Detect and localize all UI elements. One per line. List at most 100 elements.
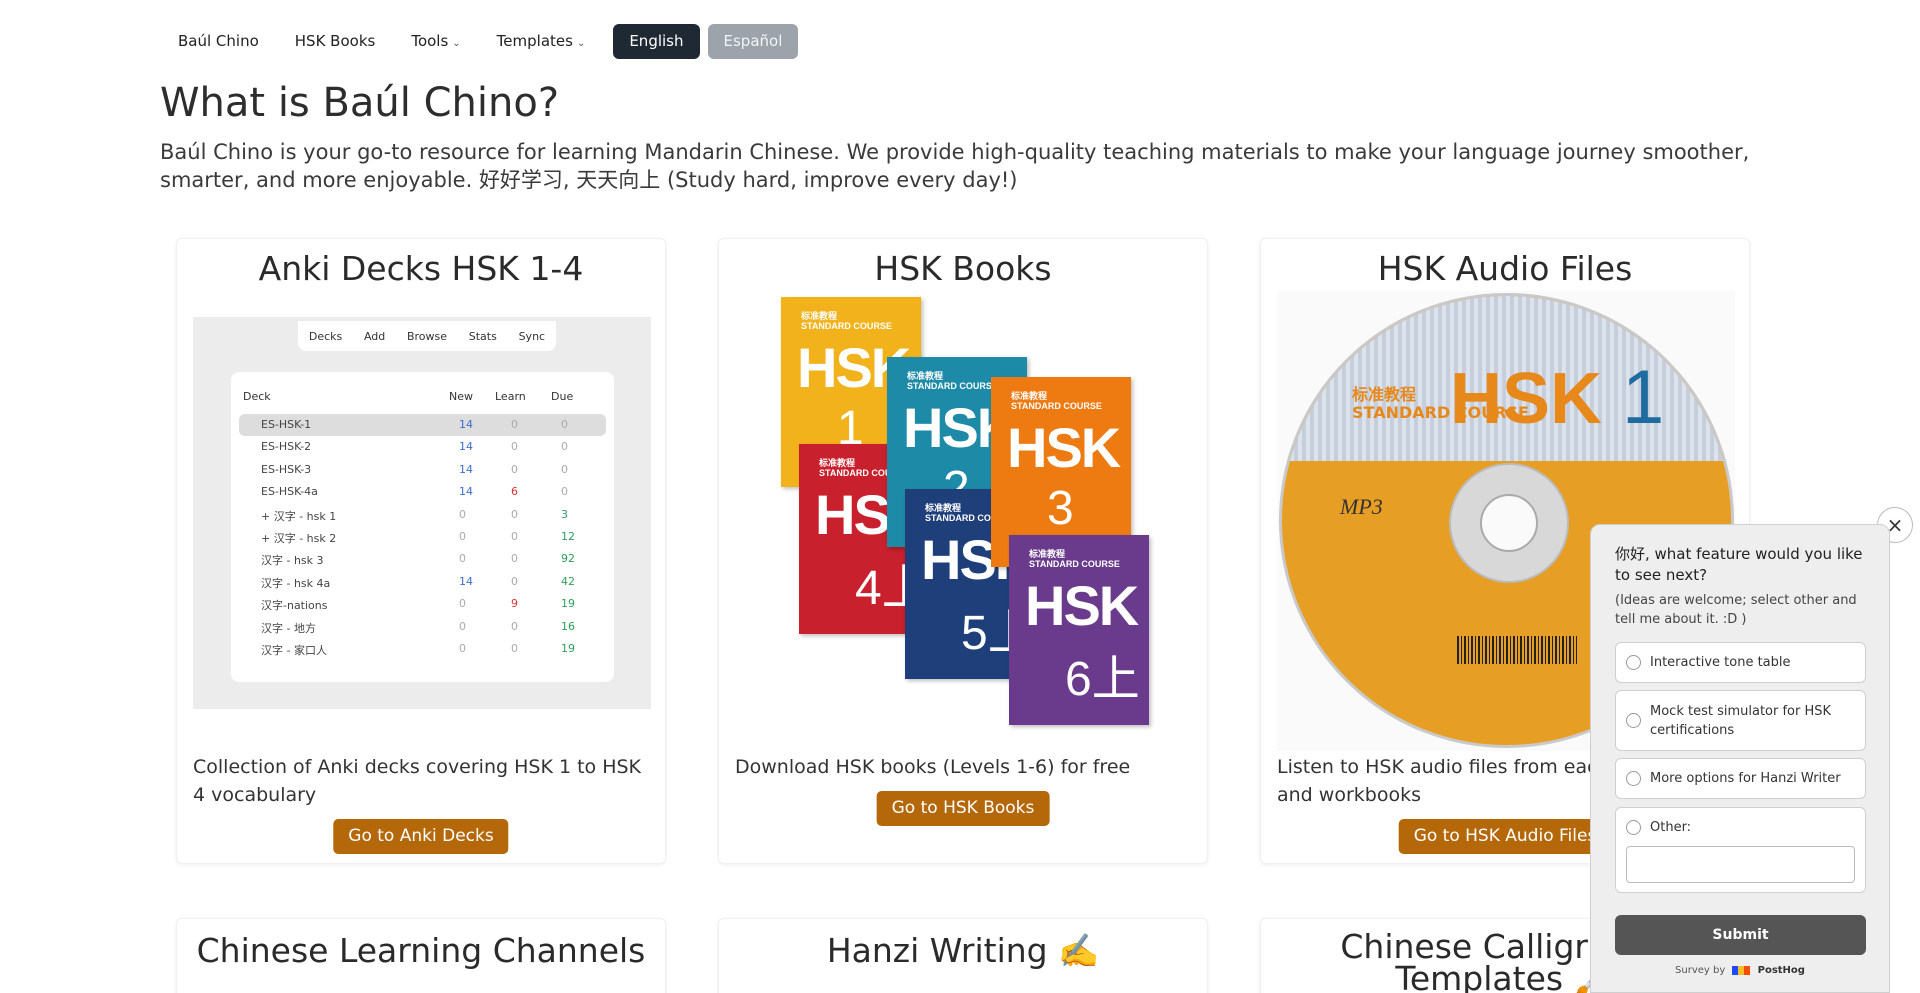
anki-cell-due: 42: [561, 574, 575, 588]
anki-cell-learn: 0: [511, 619, 518, 633]
card-anki-decks: Anki Decks HSK 1-4 Decks Add Browse Stat…: [176, 238, 666, 864]
book-series: 标准教程 STANDARD COURSE: [1011, 391, 1102, 411]
anki-cell-new: 14: [459, 574, 473, 588]
anki-cell-deck: ES-HSK-4a: [261, 485, 318, 499]
anki-cell-learn: 0: [511, 574, 518, 588]
anki-cell-learn: 0: [511, 642, 518, 655]
anki-deck-row: ES-HSK-3 14 0 0: [239, 459, 606, 481]
go-to-anki-decks-button[interactable]: Go to Anki Decks: [333, 819, 509, 854]
anki-tab: Decks: [308, 329, 343, 343]
anki-cell-new: 14: [459, 485, 473, 499]
anki-cell-deck: ES-HSK-2: [261, 440, 312, 454]
anki-tab: Browse: [406, 329, 448, 343]
anki-tabs: Decks Add Browse Stats Sync: [298, 321, 556, 351]
anki-screenshot: Decks Add Browse Stats Sync Deck New Lea…: [193, 317, 651, 709]
nav-hsk-books[interactable]: HSK Books: [277, 24, 394, 59]
anki-cell-deck: 汉字 - 地方: [261, 621, 316, 635]
go-to-hsk-audio-files-button[interactable]: Go to HSK Audio Files: [1398, 819, 1612, 854]
anki-cell-learn: 0: [511, 530, 518, 543]
anki-cell-due: 19: [561, 597, 575, 611]
anki-deck-row: 汉字 - 地方 0 0 16: [239, 616, 606, 638]
anki-cell-new: 0: [459, 597, 466, 611]
survey-footer: Survey by PostHog: [1675, 965, 1805, 976]
card-hsk-books: HSK Books 标准教程 STANDARD COURSE HSK 1 标准教程 STA…: [718, 238, 1208, 864]
anki-cell-learn: 9: [511, 597, 518, 611]
anki-deck-row: ES-HSK-2 14 0 0: [239, 436, 606, 458]
anki-cell-deck: + 汉字 - hsk 2: [261, 532, 337, 545]
radio-icon[interactable]: [1626, 820, 1641, 835]
radio-icon[interactable]: [1626, 771, 1641, 786]
radio-icon[interactable]: [1626, 713, 1641, 728]
anki-cell-deck: + 汉字 - hsk 1: [261, 509, 337, 523]
nav-baul-chino[interactable]: Baúl Chino: [160, 24, 277, 59]
card-chinese-channels: Chinese Learning Channels: [176, 918, 666, 993]
book-level: 3: [1047, 482, 1074, 535]
card-description: Download HSK books (Levels 1-6) for free: [735, 756, 1131, 778]
spanish-button[interactable]: Español: [707, 24, 799, 59]
anki-cell-new: 0: [459, 507, 466, 521]
anki-cell-due: 92: [561, 552, 575, 566]
anki-header-new: New: [449, 390, 473, 403]
radio-icon[interactable]: [1626, 655, 1641, 670]
book-series: 标准教程 STANDARD COURSE: [1029, 549, 1120, 569]
cd-center-hole: [1480, 494, 1538, 552]
anki-deck-row: + 汉字 - hsk 1 0 0 3: [239, 504, 606, 526]
page-title: What is Baúl Chino?: [160, 80, 560, 126]
anki-cell-new: 0: [459, 642, 466, 655]
anki-cell-deck: ES-HSK-1: [261, 418, 312, 431]
anki-cell-new: 14: [459, 440, 473, 454]
page-description: Baúl Chino is your go-to resource for le…: [160, 140, 1750, 192]
survey-option-tone-table[interactable]: Interactive tone table: [1615, 642, 1866, 683]
card-title: HSK Audio Files: [1377, 249, 1633, 288]
anki-cell-learn: 0: [511, 507, 518, 521]
anki-deck-panel: Deck New Learn Due ES-HSK-1 14 0 0 ES-HSK-2 1…: [231, 372, 614, 682]
anki-tab: Stats: [468, 329, 497, 343]
anki-deck-row: ES-HSK-1 14 0 0: [239, 414, 606, 436]
anki-deck-row: ES-HSK-4a 14 6 0: [239, 481, 606, 503]
card-title: Chinese Learning Channels: [196, 931, 646, 970]
anki-cell-new: 0: [459, 530, 466, 543]
anki-tab: Sync: [518, 329, 546, 343]
survey-subtitle: (Ideas are welcome; select other and tel…: [1615, 593, 1857, 627]
anki-cell-learn: 0: [511, 418, 518, 431]
anki-cell-due: 0: [561, 418, 568, 431]
book-series: 标准教程 STANDARD COURSE: [907, 371, 998, 391]
anki-deck-row: 汉字-nations 0 9 19: [239, 593, 606, 615]
survey-option-mock-test[interactable]: Mock test simulator for HSK certificatio…: [1615, 690, 1866, 751]
survey-option-other[interactable]: Other:: [1615, 807, 1866, 893]
feedback-survey: 你好, what feature would you like to see n…: [1590, 524, 1890, 993]
other-text-input[interactable]: [1626, 846, 1855, 883]
nav-templates-dropdown[interactable]: Templates ⌄: [479, 24, 604, 59]
cd-barcode: [1457, 636, 1577, 664]
cd-hsk-text: HSK: [1450, 359, 1603, 439]
anki-tab: Add: [363, 329, 386, 343]
cd-standard-cn: 标准教程: [1352, 385, 1417, 404]
anki-cell-new: 14: [459, 418, 473, 431]
anki-cell-due: 0: [561, 485, 568, 499]
anki-deck-row: + 汉字 - hsk 2 0 0 12: [239, 526, 606, 548]
anki-cell-learn: 0: [511, 552, 518, 566]
card-description: Collection of Anki decks covering HSK 1 …: [193, 756, 642, 806]
survey-submit-button[interactable]: Submit: [1615, 915, 1866, 955]
chevron-down-icon: ⌄: [452, 38, 461, 49]
chevron-down-icon: ⌄: [576, 38, 586, 49]
go-to-hsk-books-button[interactable]: Go to HSK Books: [876, 791, 1050, 826]
anki-cell-due: 19: [561, 642, 575, 655]
anki-header-learn: Learn: [495, 390, 526, 403]
cd-level: 1: [1622, 355, 1665, 440]
book-level: 6上: [1065, 653, 1140, 706]
nav-tools-dropdown[interactable]: Tools ⌄: [393, 24, 478, 59]
anki-cell-new: 14: [459, 462, 473, 476]
anki-cell-due: 0: [561, 440, 568, 454]
anki-cell-learn: 0: [511, 440, 518, 454]
survey-question: 你好, what feature would you like to see n…: [1615, 545, 1863, 584]
survey-option-hanzi-writer[interactable]: More options for Hanzi Writer: [1615, 758, 1866, 799]
book-hsk: HSK: [1025, 574, 1139, 637]
cd-mp3-label: MP3: [1340, 494, 1383, 519]
anki-header-deck: Deck: [243, 390, 271, 403]
english-button[interactable]: English: [613, 24, 700, 59]
top-nav: Baúl Chino HSK Books Tools ⌄ Templates ⌄ E…: [160, 24, 799, 59]
book-hsk: HSK: [1007, 416, 1121, 479]
anki-deck-row: 汉字 - 家口人 0 0 19: [239, 638, 606, 660]
anki-cell-new: 0: [459, 552, 466, 566]
